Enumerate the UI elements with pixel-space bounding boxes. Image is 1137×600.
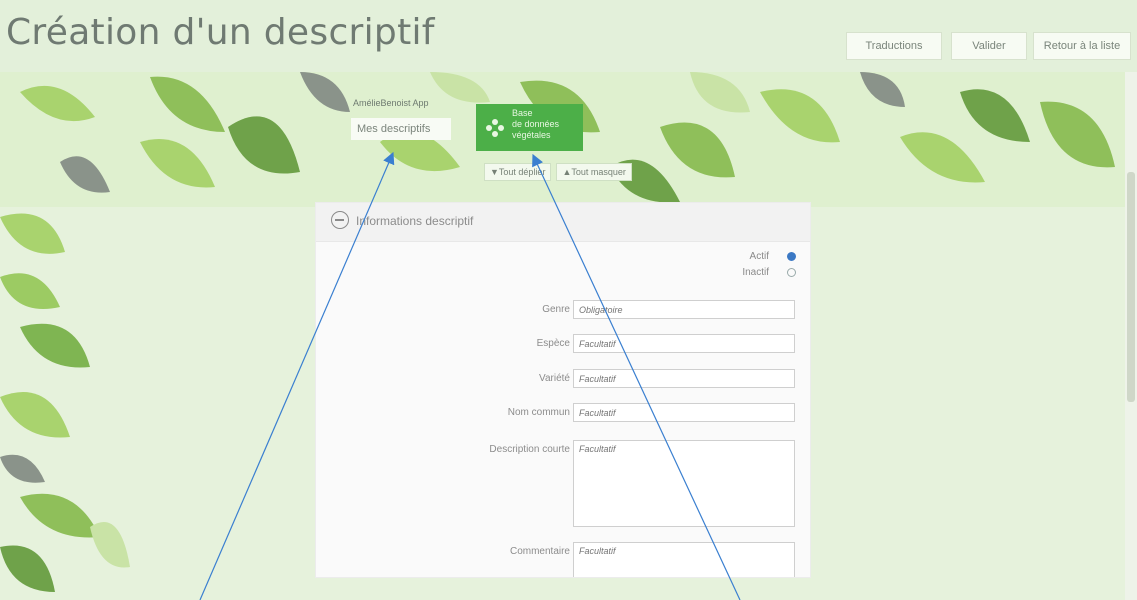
base-tile-label: Base de données végétales <box>512 108 559 141</box>
app-label: AmélieBenoist App <box>353 98 429 108</box>
espece-input[interactable] <box>573 334 795 353</box>
informations-descriptif-panel: Informations descriptif Actif Inactif Ge… <box>315 202 811 578</box>
collapse-icon[interactable] <box>331 211 349 229</box>
scrollbar-thumb[interactable] <box>1127 172 1135 402</box>
retour-liste-button[interactable]: Retour à la liste <box>1033 32 1131 60</box>
description-courte-textarea[interactable] <box>573 440 795 527</box>
status-inactif-radio[interactable] <box>787 268 796 277</box>
nom-commun-input[interactable] <box>573 403 795 422</box>
commentaire-textarea[interactable] <box>573 542 795 577</box>
base-donnees-vegetales-tile[interactable]: Base de données végétales <box>476 104 583 151</box>
status-actif-radio[interactable] <box>787 252 796 261</box>
field-label: Description courte <box>489 444 570 455</box>
base-tile-line1: Base <box>512 108 533 118</box>
vertical-scrollbar[interactable] <box>1125 72 1137 600</box>
variete-input[interactable] <box>573 369 795 388</box>
expand-collapse-toolbar: ▼Tout déplier ▲Tout masquer <box>484 163 632 181</box>
valider-button[interactable]: Valider <box>951 32 1027 60</box>
panel-title: Informations descriptif <box>356 214 474 228</box>
side-leaf-decoration <box>0 213 130 592</box>
flower-icon <box>486 119 504 137</box>
panel-header[interactable]: Informations descriptif <box>316 203 810 242</box>
status-actif-row[interactable]: Actif <box>750 251 796 262</box>
page-title: Création d'un descriptif <box>6 12 435 53</box>
genre-input[interactable] <box>573 300 795 319</box>
traductions-button[interactable]: Traductions <box>846 32 942 60</box>
field-label: Espèce <box>536 338 570 349</box>
tout-masquer-button[interactable]: ▲Tout masquer <box>556 163 632 181</box>
field-label: Genre <box>542 304 570 315</box>
field-label: Variété <box>539 373 570 384</box>
base-tile-line3: végétales <box>512 130 551 140</box>
tout-deplier-button[interactable]: ▼Tout déplier <box>484 163 552 181</box>
base-tile-line2: de données <box>512 119 560 129</box>
field-label: Commentaire <box>509 546 570 557</box>
status-inactif-row[interactable]: Inactif <box>742 267 796 278</box>
mes-descriptifs-link[interactable]: Mes descriptifs <box>351 118 451 140</box>
field-label: Nom commun <box>507 407 570 418</box>
status-inactif-label: Inactif <box>742 267 769 278</box>
status-actif-label: Actif <box>749 251 769 262</box>
page-header: Création d'un descriptif Traductions Val… <box>0 0 1137 72</box>
